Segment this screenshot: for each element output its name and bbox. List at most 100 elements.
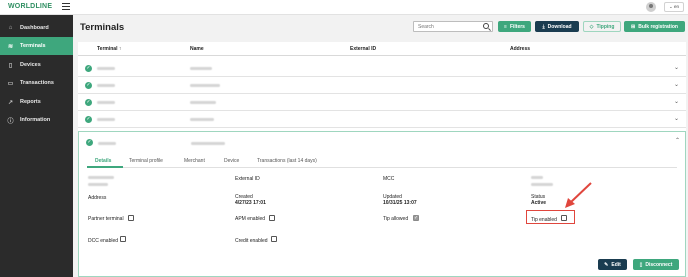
worldline-logo: WORLDLINE [8, 3, 53, 10]
search-input[interactable] [414, 22, 478, 31]
menu-icon[interactable] [62, 3, 70, 11]
disconnect-button[interactable]: ▯ Disconnect [633, 259, 679, 270]
table-row[interactable]: ✓ ⌄ [78, 77, 686, 94]
card-icon: ▭ [7, 80, 14, 87]
home-icon: ⌂ [8, 25, 13, 31]
credit-enabled-checkbox[interactable] [271, 236, 277, 242]
bulk-registration-button[interactable]: ⊞ Bulk registration [624, 21, 685, 32]
redacted-text [190, 101, 216, 104]
redacted-text [191, 142, 225, 145]
credit-enabled-label: Credit enabled [235, 238, 268, 244]
apm-enabled-label: APM enabled [235, 216, 266, 222]
chevron-down-icon[interactable]: ⌄ [674, 98, 679, 105]
filters-button[interactable]: ≡ Filters [498, 21, 531, 32]
download-button[interactable]: ⤓ Download [535, 21, 579, 32]
sidebar-item-reports[interactable]: ↗ Reports [0, 93, 73, 111]
redacted-text [97, 118, 115, 121]
chevron-down-icon[interactable]: ⌄ [674, 81, 679, 88]
tab-terminal-profile[interactable]: Terminal profile [129, 158, 163, 164]
redacted-text [88, 183, 108, 186]
status-check-icon: ✓ [85, 116, 92, 123]
tab-device[interactable]: Device [224, 158, 239, 164]
download-label: Download [547, 23, 572, 30]
language-select[interactable]: ⌄ en [664, 2, 684, 12]
tab-merchant[interactable]: Merchant [184, 158, 205, 164]
sidebar-item-transactions[interactable]: ▭ Transactions [0, 74, 73, 92]
sidebar-item-label: Information [20, 117, 51, 123]
download-icon: ⤓ [542, 23, 545, 30]
user-avatar-icon[interactable] [646, 2, 656, 12]
sidebar-item-label: Terminals [20, 43, 46, 49]
tipping-button[interactable]: ◇ Tipping [583, 21, 621, 32]
status-check-icon: ✓ [85, 99, 92, 106]
edit-label: Edit [611, 261, 621, 268]
table-row[interactable]: ✓ ⌄ [78, 94, 686, 111]
filters-label: Filters [509, 23, 525, 30]
sidebar-item-terminals[interactable]: ≋ Terminals [0, 37, 73, 55]
tab-details[interactable]: Details [95, 158, 111, 164]
tip-icon: ◇ [589, 23, 594, 30]
redacted-text [190, 84, 220, 87]
search-box[interactable] [413, 21, 493, 32]
disconnect-icon: ▯ [639, 261, 643, 268]
chevron-up-icon[interactable]: ⌃ [675, 137, 680, 144]
table-row[interactable]: ✓ ⌄ [78, 60, 686, 77]
edit-button[interactable]: ✎ Edit [598, 259, 627, 270]
chevron-down-icon[interactable]: ⌄ [674, 115, 679, 122]
active-tab-indicator [87, 166, 123, 168]
device-icon: ▯ [8, 62, 13, 69]
mcc-label: MCC [383, 176, 395, 182]
redacted-text [97, 84, 115, 87]
external-id-label: External ID [235, 176, 260, 182]
table-row[interactable]: ✓ ⌄ [78, 111, 686, 128]
partner-terminal-label: Partner terminal [88, 216, 124, 222]
pencil-icon: ✎ [604, 261, 609, 268]
sidebar-item-label: Reports [20, 99, 41, 105]
sidebar-item-information[interactable]: ⓘ Information [0, 111, 73, 129]
status-check-icon: ✓ [85, 82, 92, 89]
tip-allowed-checkbox[interactable] [413, 215, 419, 221]
redacted-text [531, 183, 553, 186]
sidebar-item-dashboard[interactable]: ⌂ Dashboard [0, 19, 73, 37]
info-icon: ⓘ [7, 118, 14, 125]
redacted-text [190, 67, 212, 70]
tab-transactions[interactable]: Transactions (last 14 days) [257, 158, 317, 164]
top-bar: WORLDLINE ⌄ en [0, 0, 688, 15]
terminals-table: Terminal ↑ Name External ID Address ✓ ⌄ … [78, 42, 686, 277]
disconnect-label: Disconnect [645, 261, 673, 268]
apm-enabled-checkbox[interactable] [269, 215, 275, 221]
address-label: Address [88, 195, 107, 201]
dcc-enabled-checkbox[interactable] [120, 236, 126, 242]
column-header-terminal[interactable]: Terminal ↑ [97, 46, 121, 52]
page-title: Terminals [80, 22, 125, 33]
search-icon[interactable] [483, 23, 489, 29]
sidebar-item-label: Dashboard [20, 25, 49, 31]
status-value: Active [531, 200, 547, 206]
sidebar-item-label: Transactions [20, 80, 54, 86]
redacted-text [97, 67, 115, 70]
redacted-text [88, 176, 114, 179]
bulk-icon: ⊞ [631, 23, 636, 30]
column-header-name: Name [190, 46, 204, 52]
dcc-enabled-label: DCC enabled [88, 238, 119, 244]
chart-icon: ↗ [7, 99, 14, 106]
chevron-down-icon[interactable]: ⌄ [674, 64, 679, 71]
annotation-arrow-icon [565, 182, 592, 208]
partner-terminal-checkbox[interactable] [128, 215, 134, 221]
table-header: Terminal ↑ Name External ID Address [78, 42, 686, 56]
tip-enabled-highlight-box [526, 210, 575, 224]
tip-allowed-label: Tip allowed [383, 216, 409, 222]
filter-icon: ≡ [504, 23, 507, 30]
redacted-text [97, 101, 115, 104]
expanded-terminal-details: ✓ ⌃ Details Terminal profile Merchant De… [78, 131, 686, 277]
tipping-label: Tipping [596, 23, 615, 30]
redacted-text [98, 142, 116, 145]
details-tabs: Details Terminal profile Merchant Device… [87, 156, 677, 168]
wifi-icon: ≋ [7, 43, 14, 50]
redacted-text [190, 118, 214, 121]
column-header-external-id: External ID [350, 46, 377, 52]
redacted-text [531, 176, 543, 179]
sidebar-item-devices[interactable]: ▯ Devices [0, 56, 73, 74]
sidebar: ⌂ Dashboard ≋ Terminals ▯ Devices ▭ Tran… [0, 15, 73, 277]
sidebar-item-label: Devices [20, 62, 41, 68]
